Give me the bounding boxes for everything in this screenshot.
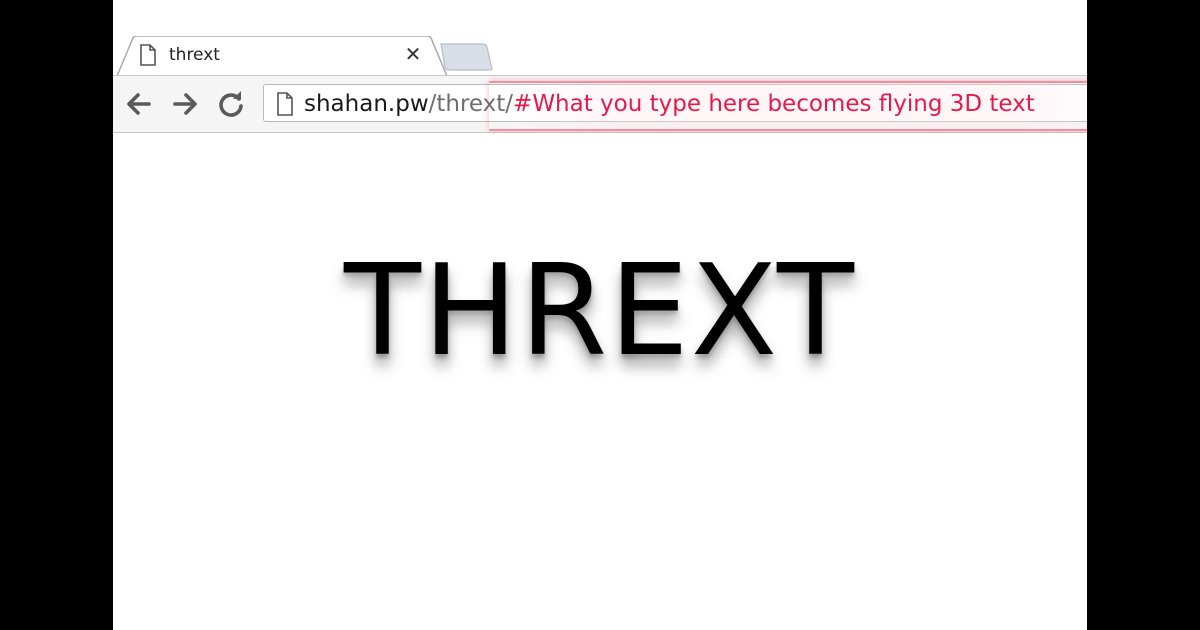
url-path: /thrext/ — [428, 91, 514, 117]
toolbar: shahan.pw/thrext/#What you type here bec… — [113, 75, 1087, 133]
url-text[interactable]: shahan.pw/thrext/#What you type here bec… — [304, 90, 1035, 118]
tab-thrext[interactable]: thrext ✕ — [117, 36, 447, 76]
forward-arrow-icon[interactable] — [169, 88, 201, 120]
address-bar[interactable]: shahan.pw/thrext/#What you type here bec… — [263, 81, 1087, 131]
back-arrow-icon[interactable] — [123, 88, 155, 120]
reload-icon[interactable] — [215, 88, 247, 120]
url-fragment: #What you type here becomes flying 3D te… — [513, 91, 1035, 117]
page-icon — [276, 92, 294, 116]
new-tab-button[interactable] — [439, 43, 493, 71]
tab-title: thrext — [169, 45, 220, 65]
hero-text: THREXT — [344, 237, 856, 384]
page-icon — [139, 44, 157, 66]
browser-window: thrext ✕ shahan.pw/thrext/#What you type… — [113, 0, 1087, 630]
page-content: THREXT — [113, 133, 1087, 630]
tab-strip: thrext ✕ — [113, 0, 1087, 76]
url-host: shahan.pw — [304, 91, 429, 117]
tab-shape — [117, 36, 447, 76]
close-icon[interactable]: ✕ — [401, 42, 425, 66]
